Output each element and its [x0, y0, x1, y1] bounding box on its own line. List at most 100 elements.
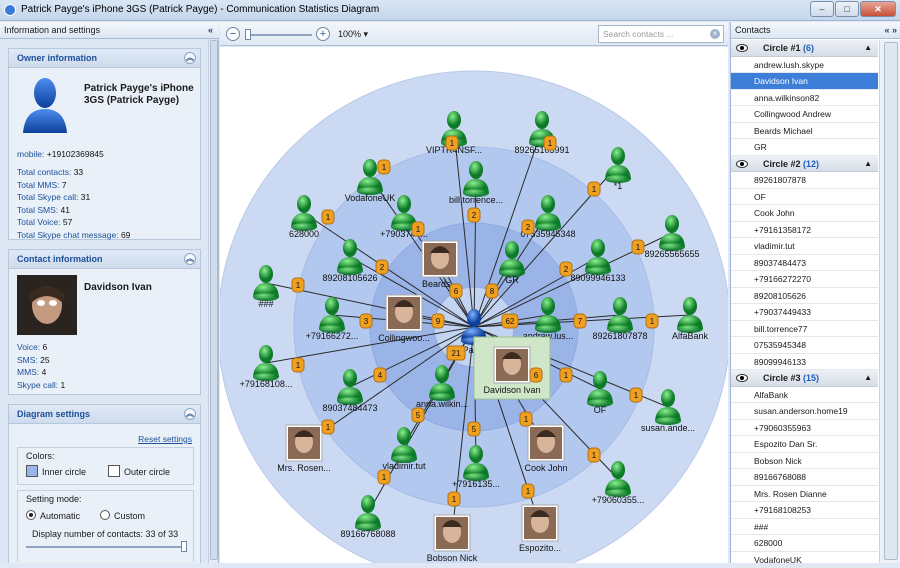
contact-node-label[interactable]: +79060355... [592, 495, 645, 505]
contact-list-item[interactable]: 89166768088 [731, 469, 878, 486]
contact-node-label[interactable]: susan.ande... [641, 423, 695, 433]
contact-node-label[interactable]: 89166768088 [340, 529, 395, 539]
contact-group-header[interactable]: Circle #1 (6)▲ [731, 40, 878, 57]
contact-node-label[interactable]: Bobson Nick [427, 553, 478, 563]
contacts-scrollbar-thumb[interactable] [884, 42, 898, 560]
left-scrollbar-thumb[interactable] [210, 40, 218, 560]
custom-radio[interactable] [100, 510, 110, 520]
contact-node-label[interactable]: OF [594, 405, 607, 415]
clear-search-icon[interactable]: × [710, 29, 720, 39]
contact-list-item[interactable]: Davidson Ivan [731, 73, 878, 90]
contact-list-item[interactable]: 89208105626 [731, 288, 878, 305]
contact-node-label[interactable]: Collingwoo... [378, 333, 430, 343]
collapse-up-icon[interactable]: ︽ [184, 253, 196, 265]
contact-list-item[interactable]: vladimir.tut [731, 238, 878, 255]
contact-node-label[interactable]: 89265565655 [644, 249, 699, 259]
contact-list-item[interactable]: GR [731, 139, 878, 156]
section-header[interactable]: Owner information︽ [9, 49, 200, 68]
contact-list-item[interactable]: 628000 [731, 535, 878, 552]
contact-list-item[interactable]: Collingwood Andrew [731, 106, 878, 123]
contact-list-item[interactable]: 89099946133 [731, 354, 878, 371]
automatic-radio[interactable] [26, 510, 36, 520]
close-button[interactable]: ✕ [860, 1, 896, 17]
contact-node-label[interactable]: Davidson Ivan [483, 385, 540, 395]
collapse-group-icon[interactable]: ▲ [864, 40, 872, 56]
section-header[interactable]: Contact information︽ [9, 250, 200, 269]
contact-list-item[interactable]: anna.wilkinson82 [731, 90, 878, 107]
panel-nav-icon[interactable]: « » [884, 22, 897, 38]
contact-list-item[interactable]: 89261807878 [731, 172, 878, 189]
contact-photo-node[interactable] [494, 347, 530, 383]
contacts-scrollbar[interactable] [879, 40, 900, 563]
contact-list-item[interactable]: andrew.lush.skype [731, 57, 878, 74]
contact-list-item[interactable]: +79037449433 [731, 304, 878, 321]
contact-list-item[interactable]: OF [731, 189, 878, 206]
contact-photo-node[interactable] [286, 425, 322, 461]
contact-node-label[interactable]: anna.wilkin... [416, 399, 468, 409]
contact-photo-node[interactable] [386, 295, 422, 331]
collapse-up-icon[interactable]: ︽ [184, 408, 196, 420]
contact-node-label[interactable]: VodafoneUK [345, 193, 396, 203]
contact-node-label[interactable]: +7916135... [452, 479, 500, 489]
contact-node-label[interactable]: 628000 [289, 229, 319, 239]
contact-list-item[interactable]: AlfaBank [731, 387, 878, 404]
contact-list-item[interactable]: Cook John [731, 205, 878, 222]
contact-node-label[interactable]: +79166272... [306, 331, 359, 341]
contact-node-label[interactable]: vladimir.tut [382, 461, 426, 471]
contact-node-label[interactable]: Espozito... [519, 543, 561, 553]
search-input[interactable]: Search contacts ... × [598, 25, 724, 43]
contact-node-label[interactable]: GR [505, 275, 519, 285]
contact-list-item[interactable]: +79060355963 [731, 420, 878, 437]
contacts-slider-thumb[interactable] [181, 541, 187, 552]
diagram-svg[interactable]: Patric2135VIPTR4NSF...1892651039911Vodaf… [220, 47, 728, 563]
reset-settings-link[interactable]: Reset settings [138, 434, 192, 444]
zoom-level[interactable]: 100% ▾ [338, 29, 368, 40]
left-scrollbar[interactable] [208, 40, 218, 563]
contact-list-item[interactable]: +79161358172 [731, 222, 878, 239]
outer-color-swatch[interactable] [108, 465, 120, 477]
collapse-group-icon[interactable]: ▲ [864, 156, 872, 172]
visibility-eye-icon[interactable] [736, 44, 748, 52]
contact-list-item[interactable]: bill.torrence77 [731, 321, 878, 338]
section-header[interactable]: Diagram settings︽ [9, 405, 200, 424]
contact-list-item[interactable]: susan.anderson.home19 [731, 403, 878, 420]
contact-node-label[interactable]: 89261807878 [592, 331, 647, 341]
collapse-panel-icon[interactable]: « [208, 22, 213, 38]
contact-node-label[interactable]: bill.torrence... [449, 195, 503, 205]
contact-node-label[interactable]: AlfaBank [672, 331, 709, 341]
contact-photo-node[interactable] [434, 515, 470, 551]
contact-list-item[interactable]: +79166272270 [731, 271, 878, 288]
contact-photo-node[interactable] [528, 425, 564, 461]
visibility-eye-icon[interactable] [736, 374, 748, 382]
contact-list-item[interactable]: ### [731, 519, 878, 536]
visibility-eye-icon[interactable] [736, 160, 748, 168]
collapse-up-icon[interactable]: ︽ [184, 52, 196, 64]
minimize-button[interactable]: – [810, 1, 834, 17]
contact-list-item[interactable]: +79168108253 [731, 502, 878, 519]
maximize-button[interactable]: □ [835, 1, 859, 17]
inner-color-swatch[interactable] [26, 465, 38, 477]
contact-node-label[interactable]: Cook John [524, 463, 567, 473]
contact-list-item[interactable]: Beards Michael [731, 123, 878, 140]
contact-photo-node[interactable] [522, 505, 558, 541]
zoom-out-button[interactable]: − [226, 27, 240, 41]
contact-node-label[interactable]: 89208105626 [322, 273, 377, 283]
contact-group-header[interactable]: Circle #3 (15)▲ [731, 370, 878, 387]
collapse-group-icon[interactable]: ▲ [864, 370, 872, 386]
contacts-slider-track[interactable] [26, 546, 186, 548]
zoom-slider-thumb[interactable] [245, 29, 251, 40]
contact-list-item[interactable]: VodafoneUK [731, 552, 878, 568]
contact-node-label[interactable]: 89037484473 [322, 403, 377, 413]
zoom-slider-track[interactable] [248, 34, 312, 36]
contact-photo-node[interactable] [422, 241, 458, 277]
contact-list-item[interactable]: 07535945348 [731, 337, 878, 354]
contact-node-label[interactable]: ### [258, 299, 273, 309]
contact-node-label[interactable]: *1 [614, 181, 623, 191]
contact-node-label[interactable]: +79168108... [240, 379, 293, 389]
contact-list-item[interactable]: Bobson Nick [731, 453, 878, 470]
contact-list-item[interactable]: Mrs. Rosen Dianne [731, 486, 878, 503]
contact-node-label[interactable]: Mrs. Rosen... [277, 463, 331, 473]
contact-list-item[interactable]: Espozito Dan Sr. [731, 436, 878, 453]
contact-node-label[interactable]: 89099946133 [570, 273, 625, 283]
contact-list-item[interactable]: 89037484473 [731, 255, 878, 272]
